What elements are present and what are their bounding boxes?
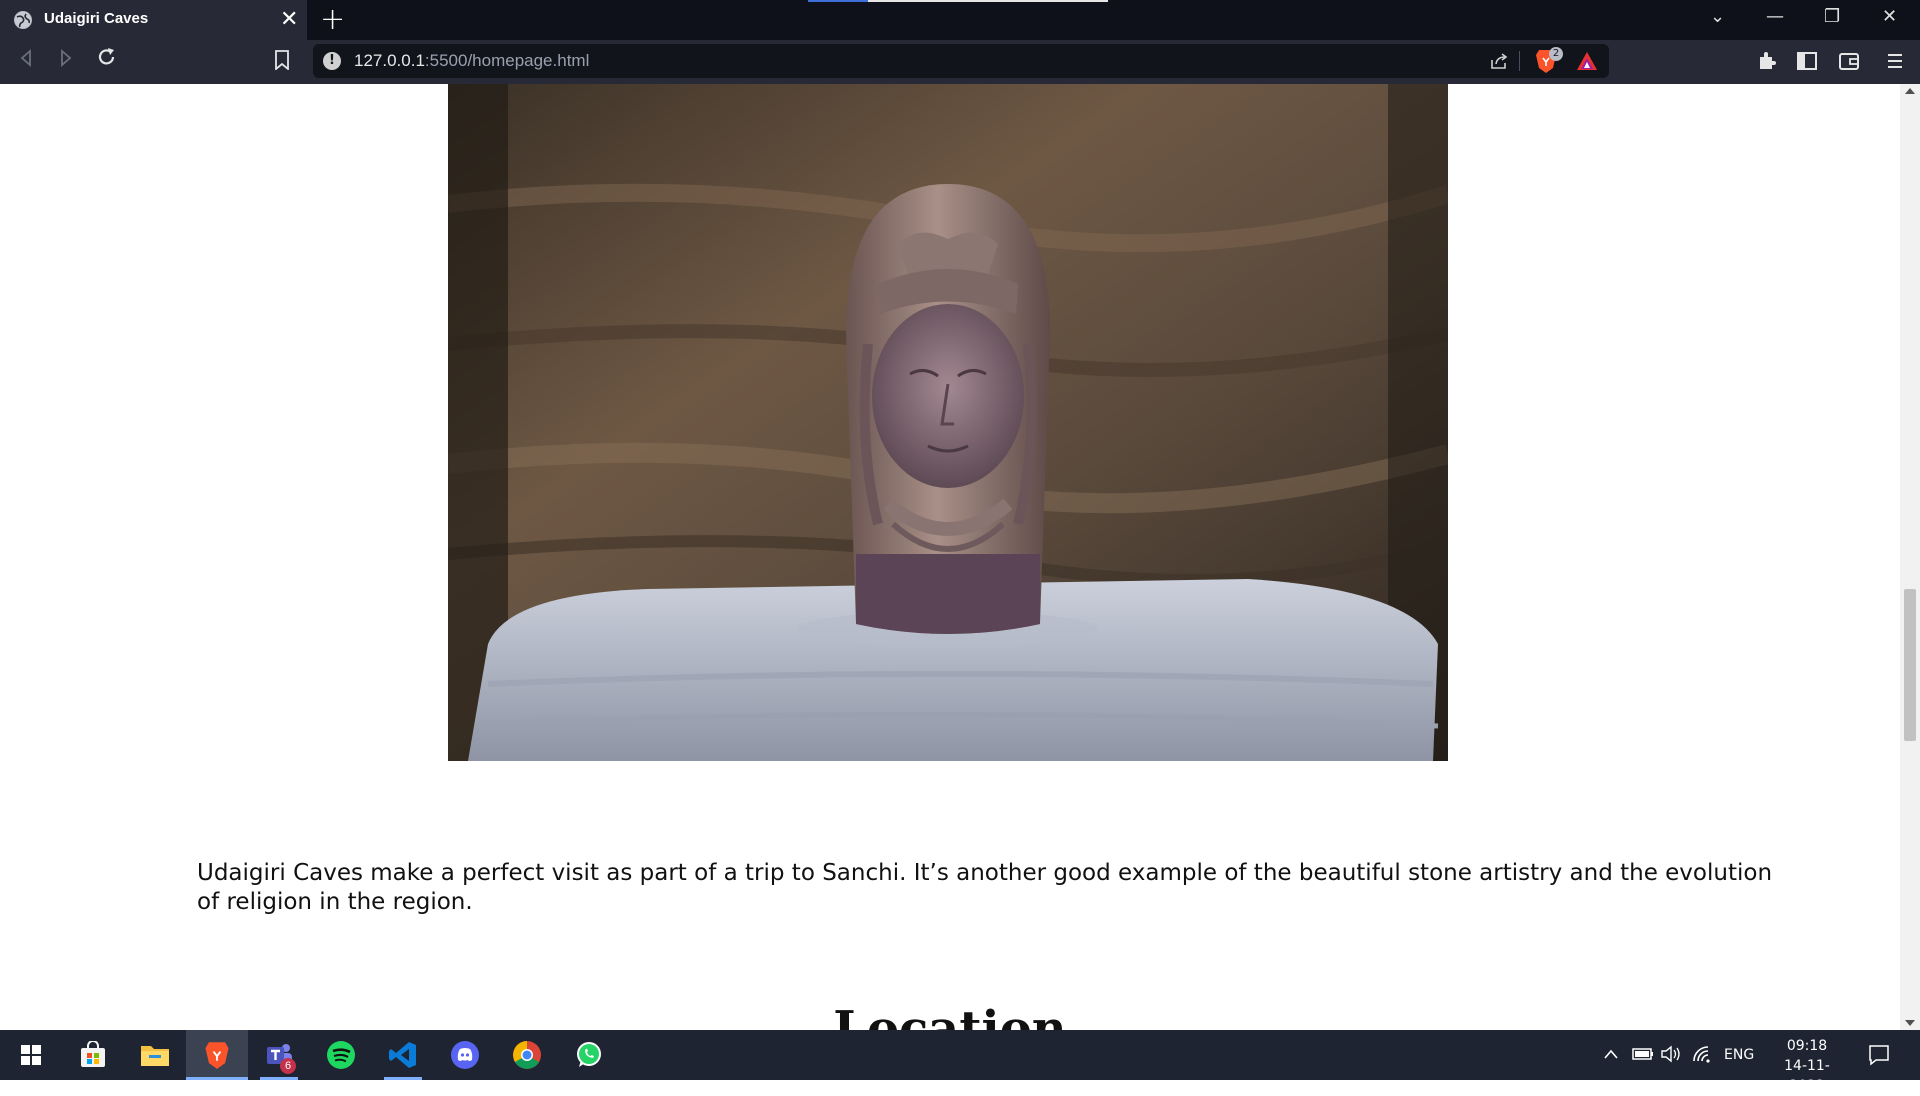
url-text[interactable]: 127.0.0.1:5500/homepage.html xyxy=(354,51,589,71)
address-bar-divider xyxy=(1519,51,1520,71)
scroll-down-arrow-icon[interactable] xyxy=(1905,1020,1915,1026)
tab-search-chevron-icon[interactable]: ⌄ xyxy=(1710,6,1725,27)
clock[interactable]: 09:18 14-11-2022 xyxy=(1770,1036,1844,1096)
vscode-icon xyxy=(389,1042,416,1068)
wallet-icon[interactable] xyxy=(1838,50,1860,72)
caption-paragraph: Udaigiri Caves make a perfect visit as p… xyxy=(197,860,1773,915)
forward-arrow-icon xyxy=(61,49,72,67)
taskbar-discord[interactable] xyxy=(434,1030,496,1080)
bookmark-icon[interactable] xyxy=(274,50,290,70)
input-language-indicator[interactable]: ENG xyxy=(1724,1047,1754,1063)
tab-close-icon[interactable]: ✕ xyxy=(280,7,298,33)
new-tab-button[interactable]: + xyxy=(320,2,345,37)
chrome-dev-icon xyxy=(513,1041,541,1069)
section-heading: Location xyxy=(833,1001,1067,1030)
sidebar-toggle-icon[interactable] xyxy=(1796,50,1818,72)
wifi-icon[interactable] xyxy=(1692,1045,1712,1063)
scroll-thumb[interactable] xyxy=(1904,589,1916,741)
brave-rewards-icon[interactable] xyxy=(1576,51,1598,71)
start-button[interactable] xyxy=(0,1030,62,1080)
taskbar-microsoft-store[interactable] xyxy=(62,1030,124,1080)
brave-icon xyxy=(205,1042,229,1069)
file-explorer-icon xyxy=(141,1046,169,1066)
spotify-icon xyxy=(327,1041,355,1069)
taskbar-spotify[interactable] xyxy=(310,1030,372,1080)
browser-toolbar: ! 127.0.0.1:5500/homepage.html 2 xyxy=(0,40,1920,84)
hero-image xyxy=(448,84,1448,761)
notification-center-icon[interactable] xyxy=(1868,1044,1890,1066)
tab-strip-indicator-active xyxy=(808,0,868,2)
taskbar-file-explorer[interactable] xyxy=(124,1030,186,1080)
taskbar-teams[interactable]: 6 xyxy=(248,1030,310,1080)
site-info-icon[interactable]: ! xyxy=(323,52,341,70)
teams-notification-badge: 6 xyxy=(280,1058,296,1074)
shields-count-badge: 2 xyxy=(1549,47,1563,61)
address-bar[interactable]: ! 127.0.0.1:5500/homepage.html 2 xyxy=(313,44,1609,78)
forward-button[interactable] xyxy=(58,48,74,73)
clock-date: 14-11-2022 xyxy=(1784,1058,1830,1094)
back-button[interactable] xyxy=(18,48,34,73)
whatsapp-icon xyxy=(577,1042,601,1067)
volume-icon[interactable] xyxy=(1660,1045,1682,1063)
reload-button[interactable] xyxy=(96,45,118,75)
show-hidden-icons-chevron-icon[interactable] xyxy=(1604,1049,1618,1059)
taskbar-whatsapp[interactable] xyxy=(558,1030,620,1080)
globe-icon xyxy=(14,11,32,29)
menu-hamburger-icon[interactable] xyxy=(1884,50,1906,72)
vertical-scrollbar[interactable] xyxy=(1900,84,1920,1030)
windows-start-icon xyxy=(21,1045,41,1065)
tab-bar: Udaigiri Caves ✕ + ⌄ — ❐ ✕ xyxy=(0,0,1920,40)
active-tab[interactable]: Udaigiri Caves ✕ xyxy=(0,0,307,40)
close-window-button[interactable]: ✕ xyxy=(1882,6,1897,27)
microsoft-store-icon xyxy=(81,1041,105,1067)
share-icon[interactable] xyxy=(1489,51,1509,71)
back-arrow-icon xyxy=(20,49,31,67)
windows-taskbar: 6 ENG 09:18 14-11-2022 xyxy=(0,1030,1920,1094)
page-viewport: Udaigiri Caves make a perfect visit as p… xyxy=(0,84,1900,1030)
minimize-button[interactable]: — xyxy=(1766,6,1784,27)
scroll-up-arrow-icon[interactable] xyxy=(1905,88,1915,94)
battery-icon[interactable] xyxy=(1632,1047,1654,1061)
linga-sculpture-image xyxy=(448,84,1448,761)
clock-time: 09:18 xyxy=(1786,1038,1828,1054)
restore-button[interactable]: ❐ xyxy=(1824,6,1840,27)
taskbar-brave[interactable] xyxy=(186,1030,248,1080)
extensions-puzzle-icon[interactable] xyxy=(1756,50,1778,72)
taskbar-chrome-dev[interactable] xyxy=(496,1030,558,1080)
taskbar-vscode[interactable] xyxy=(372,1030,434,1080)
tab-title: Udaigiri Caves xyxy=(44,10,149,27)
discord-icon xyxy=(451,1041,479,1069)
reload-icon xyxy=(98,48,115,65)
